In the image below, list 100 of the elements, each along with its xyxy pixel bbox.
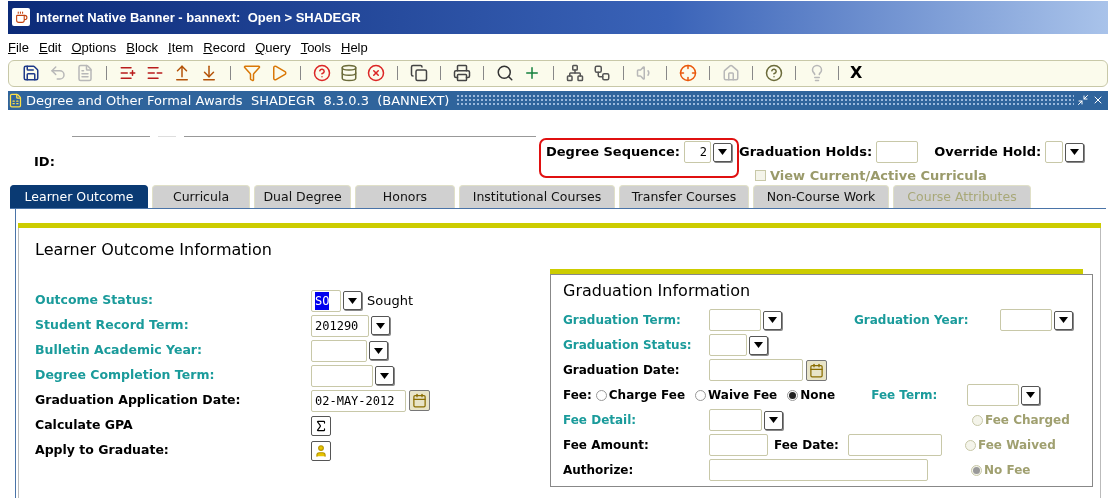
dropdown-button[interactable] [343, 291, 362, 310]
copy-icon [410, 64, 428, 83]
caret-icon [718, 149, 728, 156]
field-label: Authorize: [563, 462, 635, 479]
workflow-icon [593, 64, 611, 83]
form-title: Degree and Other Formal Awards SHADEGR 8.3.0.3 (BANNEXT) [26, 91, 450, 110]
tab[interactable]: Non-Course Work [753, 185, 889, 208]
radio-button[interactable] [595, 389, 607, 401]
dropdown-button[interactable] [1054, 310, 1073, 330]
input-field[interactable]: SO [311, 289, 341, 312]
radio-label: Fee Charged [985, 412, 1070, 429]
caret-icon [1059, 317, 1068, 323]
radio-label: None [800, 387, 836, 404]
checkbox-label: View Current/Active Curricula [770, 167, 987, 186]
radio-button[interactable] [695, 389, 707, 401]
caret-icon [1026, 392, 1036, 398]
tab[interactable]: Dual Degree [254, 185, 351, 208]
input-field[interactable] [709, 459, 928, 481]
crosshair-icon [679, 64, 697, 83]
document-icon [76, 64, 94, 83]
input-field[interactable]: 2 [684, 141, 712, 164]
input-field[interactable] [1000, 309, 1052, 331]
tab[interactable]: Curricula [152, 185, 250, 208]
database-icon [340, 64, 358, 83]
radio-button[interactable] [787, 389, 799, 401]
input-field[interactable] [709, 409, 762, 431]
field-label: Override Hold: [934, 143, 1042, 162]
menu-item[interactable]: Help [341, 38, 368, 58]
radio-label: Charge Fee [608, 387, 686, 404]
field-label: Fee Date: [774, 437, 840, 454]
section-title: Graduation Information [563, 280, 752, 302]
menu-item[interactable]: Block [126, 38, 158, 58]
dropdown-button[interactable] [764, 410, 783, 430]
field-label: Fee Term: [871, 387, 939, 404]
field-label: Fee: [563, 387, 592, 404]
field-label: Outcome Status: [35, 291, 155, 310]
calculate-button[interactable] [311, 415, 331, 436]
menu-item[interactable]: File [8, 38, 29, 58]
play-icon [270, 64, 288, 83]
calendar-button[interactable] [409, 390, 430, 411]
menu-item[interactable]: Query [255, 38, 291, 58]
calendar-button[interactable] [806, 359, 827, 381]
exit-button[interactable]: X [848, 61, 865, 86]
menu-item[interactable]: Record [203, 38, 246, 58]
tab[interactable]: Transfer Courses [619, 185, 749, 208]
field-label: Degree Sequence: [546, 143, 681, 162]
dropdown-button[interactable] [371, 316, 390, 335]
minimize-icon[interactable] [1077, 94, 1089, 107]
input-field[interactable] [967, 384, 1020, 406]
caret-icon [769, 417, 778, 423]
caret-icon [376, 322, 385, 329]
input-field[interactable] [709, 434, 768, 456]
menu-item[interactable]: Edit [38, 38, 62, 58]
input-field[interactable] [709, 359, 803, 381]
input-field[interactable] [709, 309, 761, 331]
field-label: Calculate GPA [35, 416, 134, 435]
menu-item[interactable]: Tools [300, 38, 331, 58]
field-description: Sought [367, 291, 414, 310]
dropdown-button[interactable] [749, 335, 768, 355]
cancel-icon [367, 64, 385, 83]
search-icon [496, 64, 514, 83]
radio-label: Waive Fee [708, 387, 778, 404]
field-label: Graduation Status: [563, 337, 693, 354]
input-field[interactable] [1045, 141, 1064, 164]
arrow-up-icon [173, 64, 191, 83]
dropdown-button[interactable] [1021, 385, 1041, 405]
field-label: Graduation Holds: [739, 143, 873, 162]
filter-icon [243, 64, 261, 83]
dropdown-button[interactable] [1065, 142, 1085, 162]
input-field[interactable] [848, 434, 942, 456]
network-icon [566, 64, 584, 83]
input-field[interactable]: 201290 [311, 314, 369, 337]
radio-label: Fee Waived [978, 437, 1056, 454]
apply-button[interactable] [311, 440, 331, 461]
field-label: Degree Completion Term: [35, 366, 216, 385]
sigma-icon [314, 418, 328, 433]
radio-label: No Fee [984, 462, 1031, 479]
dropdown-button[interactable] [713, 142, 733, 162]
input-field[interactable] [311, 339, 367, 362]
window-title: Internet Native Banner - bannext: Open > SHADEGR [36, 8, 361, 27]
input-field[interactable] [709, 334, 747, 356]
input-field[interactable] [876, 141, 919, 164]
tab[interactable]: Learner Outcome [10, 185, 148, 208]
field-label: Bulletin Academic Year: [35, 341, 203, 360]
section-title: Learner Outcome Information [35, 239, 273, 261]
field-label: Apply to Graduate: [35, 441, 170, 460]
dropdown-button[interactable] [763, 310, 782, 330]
tab[interactable]: Honors [355, 185, 455, 208]
menu-item[interactable]: Item [168, 38, 194, 58]
dropdown-button[interactable] [375, 366, 394, 385]
undo-icon [49, 64, 67, 83]
input-field[interactable] [311, 364, 373, 387]
tab[interactable]: Institutional Courses [459, 185, 615, 208]
dropdown-button[interactable] [369, 341, 388, 360]
save-icon [22, 64, 40, 83]
input-field[interactable]: 02-MAY-2012 [311, 389, 406, 412]
help-icon [313, 64, 331, 83]
field-label: Fee Detail: [563, 412, 638, 429]
help-icon [765, 64, 783, 83]
menu-item[interactable]: Options [71, 38, 117, 58]
